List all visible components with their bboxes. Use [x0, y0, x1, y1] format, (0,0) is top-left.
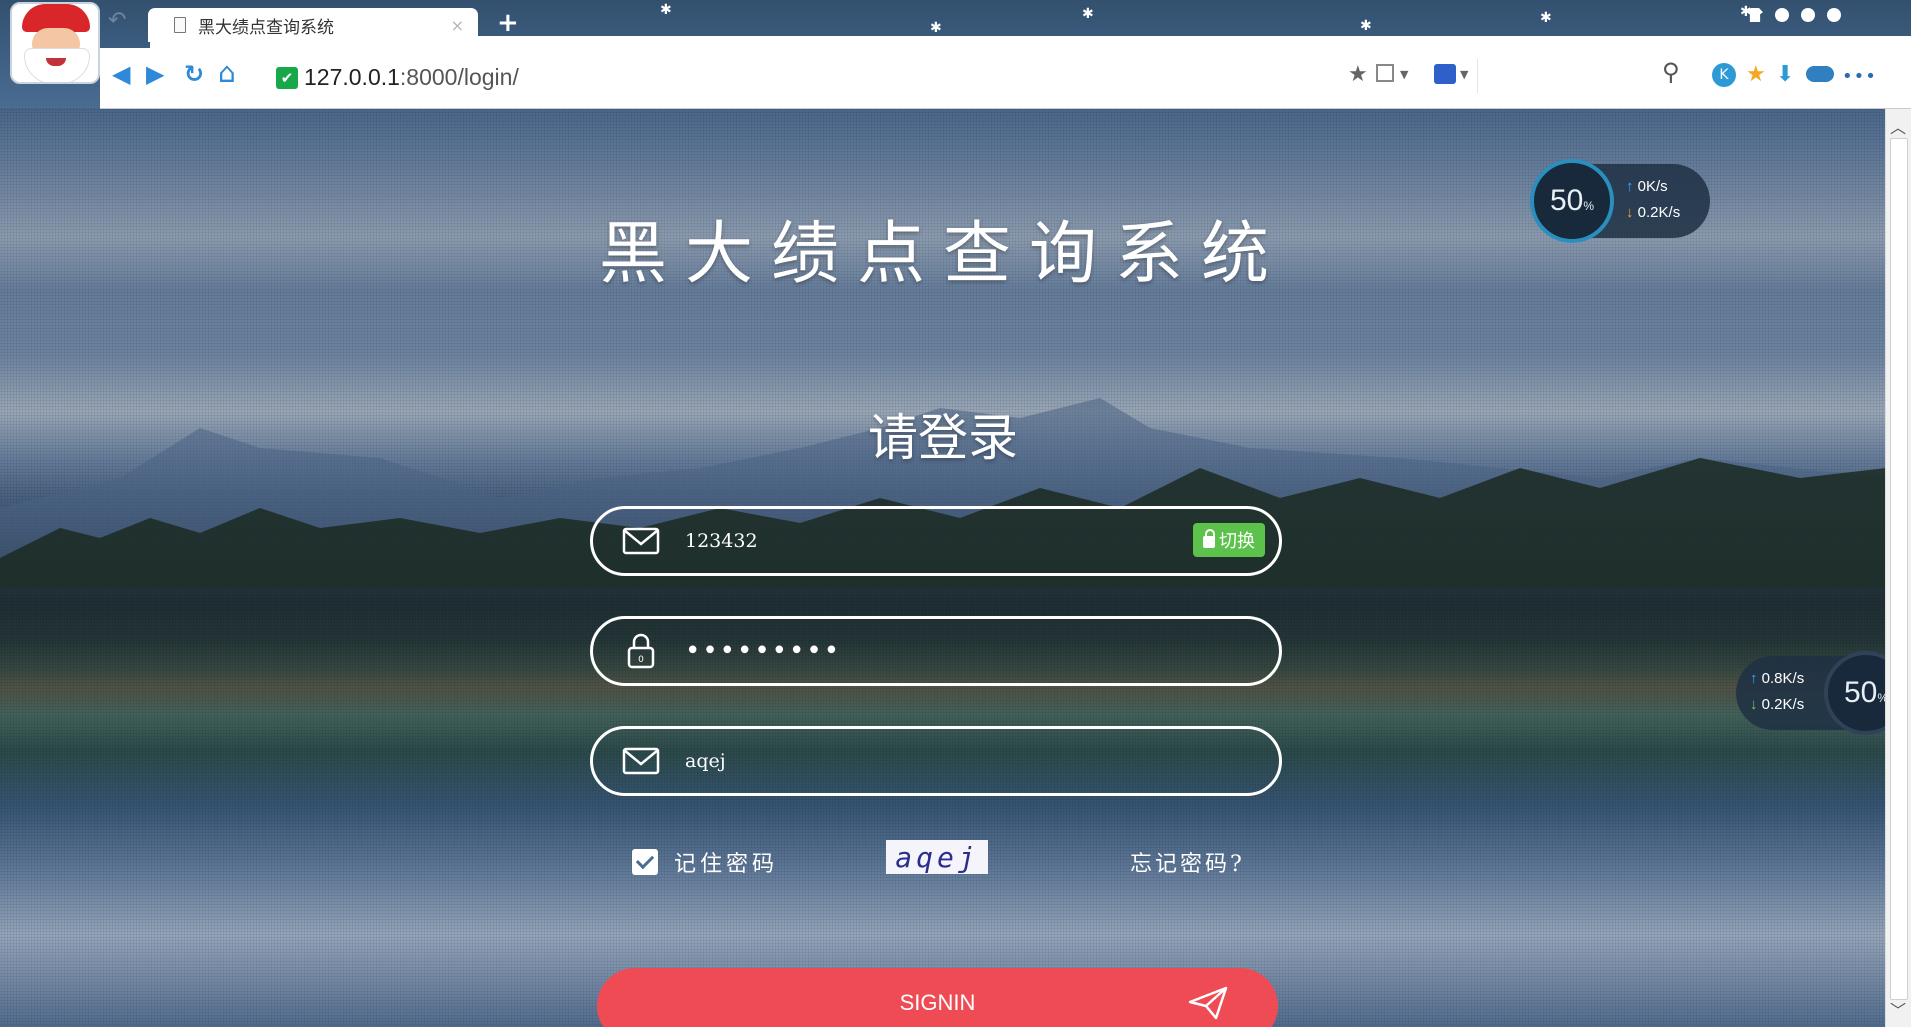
captcha-image[interactable]: aqej	[886, 840, 988, 874]
lock-icon	[1203, 529, 1215, 548]
scroll-down-icon[interactable]: ﹀	[1890, 997, 1906, 1021]
scrollbar-thumb[interactable]	[1890, 138, 1908, 1000]
password-input[interactable]	[683, 635, 1279, 667]
search-icon[interactable]: ⚲	[1662, 58, 1680, 86]
new-tab-button[interactable]: +	[497, 8, 519, 38]
signin-label: SIGNIN	[899, 990, 976, 1015]
snowflake-icon: ✱	[930, 20, 942, 36]
svg-text:0: 0	[638, 655, 644, 665]
envelope-icon	[622, 747, 660, 775]
chevron-down-icon[interactable]: ▼	[1400, 68, 1408, 81]
close-window-button[interactable]	[1827, 8, 1841, 22]
captcha-input[interactable]	[683, 749, 1279, 773]
network-speed-widget[interactable]: 50% ↑ 0K/s ↓ 0.2K/s	[1530, 159, 1710, 243]
forgot-password-link[interactable]: 忘记密码?	[1130, 846, 1245, 878]
baidu-paw-icon[interactable]	[1434, 64, 1456, 84]
chevron-down-icon[interactable]: ▼	[1460, 68, 1468, 81]
speed-rates: ↑ 0K/s ↓ 0.2K/s	[1626, 178, 1681, 221]
undo-close-tab-icon[interactable]: ↶	[108, 8, 126, 33]
padlock-icon: 0	[627, 633, 655, 669]
memory-usage-ring: 50%	[1824, 651, 1886, 735]
url-text[interactable]: 127.0.0.1:8000/login/	[304, 64, 519, 91]
password-field[interactable]: 0	[590, 616, 1282, 686]
qrcode-icon[interactable]	[1376, 64, 1394, 82]
skin-icon[interactable]	[1747, 8, 1763, 22]
signin-button[interactable]: SIGNIN	[597, 968, 1278, 1027]
envelope-icon	[622, 527, 660, 555]
tab-title: 黑大绩点查询系统	[198, 17, 334, 38]
remember-password[interactable]: 记住密码	[632, 846, 778, 878]
snowflake-icon: ✱	[1082, 6, 1094, 22]
tab-login[interactable]: 黑大绩点查询系统 ×	[148, 8, 478, 42]
refresh-icon[interactable]: ↻	[184, 60, 204, 88]
santa-avatar[interactable]	[10, 2, 100, 84]
login-heading: 请登录	[868, 409, 1018, 467]
scroll-up-icon[interactable]: ︿	[1890, 114, 1906, 138]
username-field[interactable]: 切换	[590, 506, 1282, 576]
home-icon[interactable]: ⌂	[218, 56, 236, 89]
forward-icon[interactable]: ▶	[146, 60, 164, 88]
document-icon	[174, 17, 186, 33]
download-icon[interactable]: ⬇	[1776, 62, 1794, 87]
switch-button-label: 切换	[1219, 531, 1255, 552]
login-page: 黑大绩点查询系统 请登录 切换 0 记住密码 aqej 忘记密	[0, 108, 1886, 1027]
window-controls	[1747, 8, 1841, 22]
secure-check-icon: ✔	[276, 66, 298, 89]
username-input[interactable]	[683, 529, 1279, 553]
back-icon[interactable]: ◀	[112, 60, 130, 88]
navigation-toolbar: ◀ ▶ ↻ ⌂ ✔ 127.0.0.1:8000/login/ ★ ▼ ▼ ⚲ …	[100, 48, 1911, 109]
memory-usage-ring: 50%	[1530, 159, 1614, 243]
k-extension-icon[interactable]: K	[1712, 63, 1736, 87]
speed-rates: ↑ 0.8K/s ↓ 0.2K/s	[1750, 670, 1805, 713]
remember-label: 记住密码	[674, 852, 779, 877]
snowflake-icon: ✱	[1360, 18, 1372, 34]
maximize-button[interactable]	[1801, 8, 1815, 22]
vertical-scrollbar[interactable]: ︿ ﹀	[1885, 108, 1911, 1027]
bookmark-star-icon[interactable]: ★	[1348, 62, 1368, 87]
more-icon[interactable]: •••	[1842, 66, 1877, 87]
address-bar[interactable]: ✔ 127.0.0.1:8000/login/	[276, 64, 519, 91]
paper-plane-icon	[1188, 986, 1228, 1020]
remember-checkbox[interactable]	[632, 849, 658, 875]
network-speed-widget-side[interactable]: ↑ 0.8K/s ↓ 0.2K/s 50%	[1736, 651, 1886, 735]
captcha-field[interactable]	[590, 726, 1282, 796]
switch-button[interactable]: 切换	[1193, 523, 1265, 557]
snowflake-icon: ✱	[660, 2, 672, 18]
close-tab-icon[interactable]: ×	[451, 16, 464, 35]
snowflake-icon: ✱	[1540, 10, 1552, 26]
gamepad-icon[interactable]	[1806, 66, 1834, 82]
minimize-button[interactable]	[1775, 8, 1789, 22]
favorite-star-icon[interactable]: ★	[1746, 62, 1766, 87]
